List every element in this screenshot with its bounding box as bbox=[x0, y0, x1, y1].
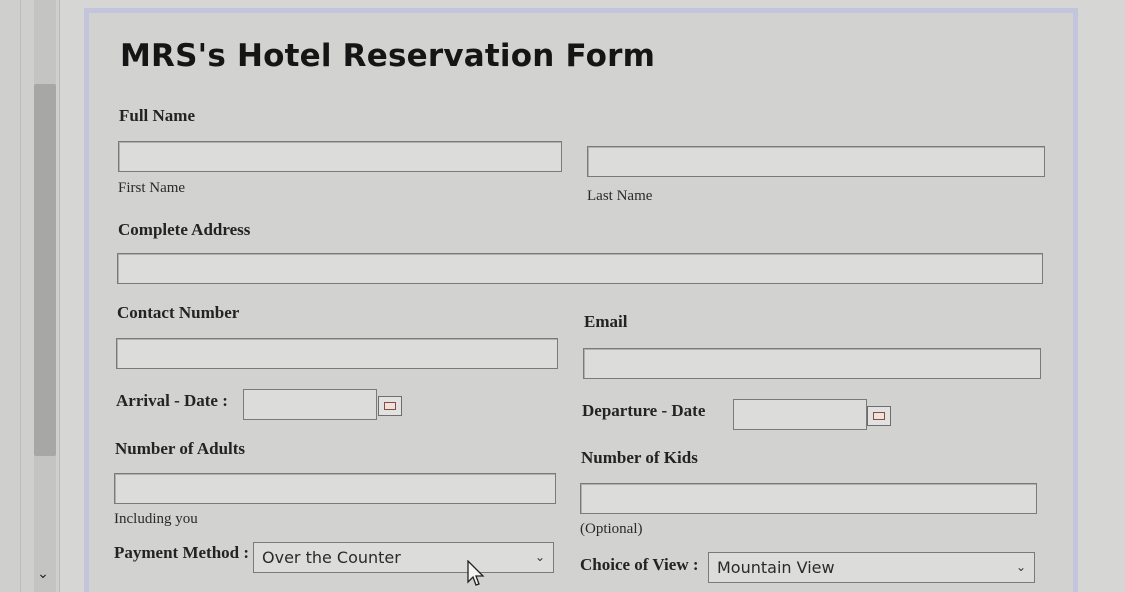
email-label: Email bbox=[584, 312, 628, 331]
departure-date-label: Departure - Date bbox=[582, 401, 706, 420]
contact-number-input[interactable] bbox=[116, 338, 558, 369]
adults-caption: Including you bbox=[114, 511, 198, 527]
last-name-caption: Last Name bbox=[587, 188, 653, 204]
choice-of-view-select[interactable]: Mountain View ⌄ bbox=[708, 552, 1035, 583]
email-input[interactable] bbox=[583, 348, 1041, 379]
last-name-input[interactable] bbox=[587, 146, 1045, 177]
payment-method-value: Over the Counter bbox=[262, 548, 401, 567]
left-window-strip: ⌄ bbox=[0, 0, 60, 592]
kids-label: Number of Kids bbox=[581, 448, 698, 467]
chevron-down-icon: ⌄ bbox=[534, 550, 545, 564]
payment-method-select[interactable]: Over the Counter ⌄ bbox=[253, 542, 554, 573]
full-name-label: Full Name bbox=[119, 106, 196, 125]
adults-input[interactable] bbox=[114, 473, 556, 504]
departure-date-input[interactable] bbox=[733, 399, 867, 430]
choice-of-view-label: Choice of View : bbox=[580, 555, 699, 574]
scrollbar-thumb[interactable] bbox=[34, 84, 56, 456]
adults-label: Number of Adults bbox=[115, 439, 246, 458]
choice-of-view-value: Mountain View bbox=[717, 558, 835, 577]
first-name-caption: First Name bbox=[118, 180, 186, 196]
arrival-date-label: Arrival - Date : bbox=[116, 391, 228, 410]
calendar-icon[interactable] bbox=[867, 406, 891, 426]
address-label: Complete Address bbox=[118, 220, 251, 239]
mouse-pointer-icon bbox=[467, 560, 485, 586]
scroll-down-arrow-icon[interactable]: ⌄ bbox=[30, 562, 56, 586]
first-name-input[interactable] bbox=[118, 141, 562, 172]
kids-caption: (Optional) bbox=[580, 521, 643, 537]
kids-input[interactable] bbox=[580, 483, 1037, 514]
form-title: MRS's Hotel Reservation Form bbox=[120, 38, 656, 74]
payment-method-label: Payment Method : bbox=[114, 543, 250, 562]
chevron-down-icon: ⌄ bbox=[1015, 560, 1026, 574]
window-divider bbox=[20, 0, 21, 592]
calendar-icon[interactable] bbox=[378, 396, 402, 416]
arrival-date-input[interactable] bbox=[243, 389, 377, 420]
contact-number-label: Contact Number bbox=[117, 303, 240, 322]
address-input[interactable] bbox=[117, 253, 1043, 284]
